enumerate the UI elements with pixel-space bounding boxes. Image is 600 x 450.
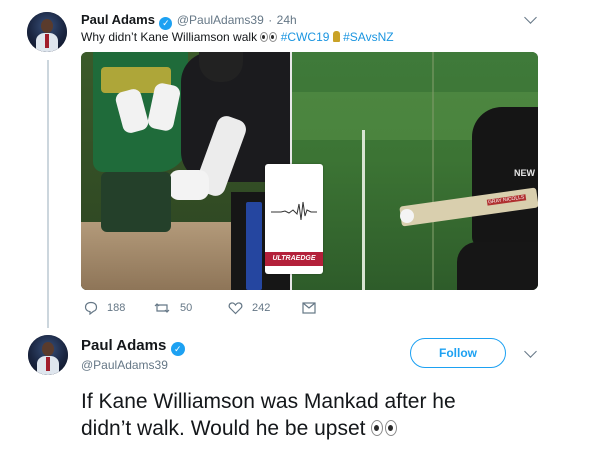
reply-icon: [84, 301, 98, 315]
tweet-text: If Kane Williamson was Mankad after he d…: [81, 388, 456, 443]
chevron-down-icon[interactable]: [524, 11, 537, 24]
author-avatar[interactable]: [27, 12, 67, 52]
green-legs: [101, 172, 171, 232]
tweet-text-line: If Kane Williamson was Mankad after he: [81, 390, 456, 413]
retweet-icon: [154, 303, 170, 313]
display-name[interactable]: Paul Adams: [81, 337, 166, 354]
ultraedge-graphic: ULTRAEDGE: [265, 164, 323, 274]
media-left-panel: [81, 52, 290, 290]
media-right-panel: NEW GRAY NICOLLS: [292, 52, 538, 290]
thread-connector-line: [47, 60, 49, 328]
heart-icon: [228, 302, 243, 315]
hashtag-link[interactable]: #SAvsNZ: [343, 30, 393, 44]
like-count: 242: [252, 302, 271, 314]
direct-message-button[interactable]: [302, 300, 318, 316]
trophy-emoji-icon: [332, 31, 340, 42]
follow-button[interactable]: Follow: [410, 338, 506, 368]
cricket-ball: [400, 209, 414, 223]
tweet-text-line-wrap: didn’t walk. Would he be upset: [81, 415, 456, 443]
hashtag-link[interactable]: #CWC19: [281, 30, 330, 44]
tweet-media-image[interactable]: NEW GRAY NICOLLS ULTRAEDGE: [81, 52, 538, 290]
envelope-icon: [302, 302, 316, 314]
tweet-text-line: didn’t walk. Would he be upset: [81, 417, 366, 440]
like-button[interactable]: 242: [228, 300, 278, 316]
time-separator: ·: [268, 13, 273, 27]
batsman-gloves: [169, 170, 209, 200]
verified-badge-icon: ✓: [170, 342, 185, 356]
display-name[interactable]: Paul Adams: [81, 12, 155, 27]
tweet-text-body: Why didn’t Kane Williamson walk: [81, 30, 258, 44]
ultraedge-label: ULTRAEDGE: [265, 252, 323, 266]
user-handle[interactable]: @PaulAdams39: [177, 13, 264, 27]
tweet-timestamp[interactable]: 24h: [277, 13, 297, 27]
shirt-logo-text: NEW: [514, 168, 535, 178]
ultraedge-waveform-icon: [271, 201, 317, 221]
crease-line: [362, 130, 365, 290]
retweet-button[interactable]: 50: [154, 300, 204, 316]
reply-count: 188: [107, 302, 126, 314]
eyes-emoji-icon: [371, 416, 398, 443]
tweet-text: Why didn’t Kane Williamson walk #CWC19 #…: [81, 30, 394, 45]
bat-blade: [246, 202, 262, 290]
reply-button[interactable]: 188: [84, 300, 134, 316]
tweet-header: Paul Adams ✓: [81, 337, 185, 356]
retweet-count: 50: [180, 302, 193, 314]
verified-badge-icon: ✓: [159, 17, 173, 30]
chevron-down-icon[interactable]: [524, 345, 537, 358]
batsman-legs: [457, 242, 538, 290]
crease-line: [432, 52, 434, 290]
user-handle[interactable]: @PaulAdams39: [81, 358, 168, 372]
eyes-emoji-icon: [260, 31, 278, 45]
tweet-header: Paul Adams ✓ @PaulAdams39 · 24h: [81, 11, 297, 30]
author-avatar[interactable]: [28, 335, 68, 375]
